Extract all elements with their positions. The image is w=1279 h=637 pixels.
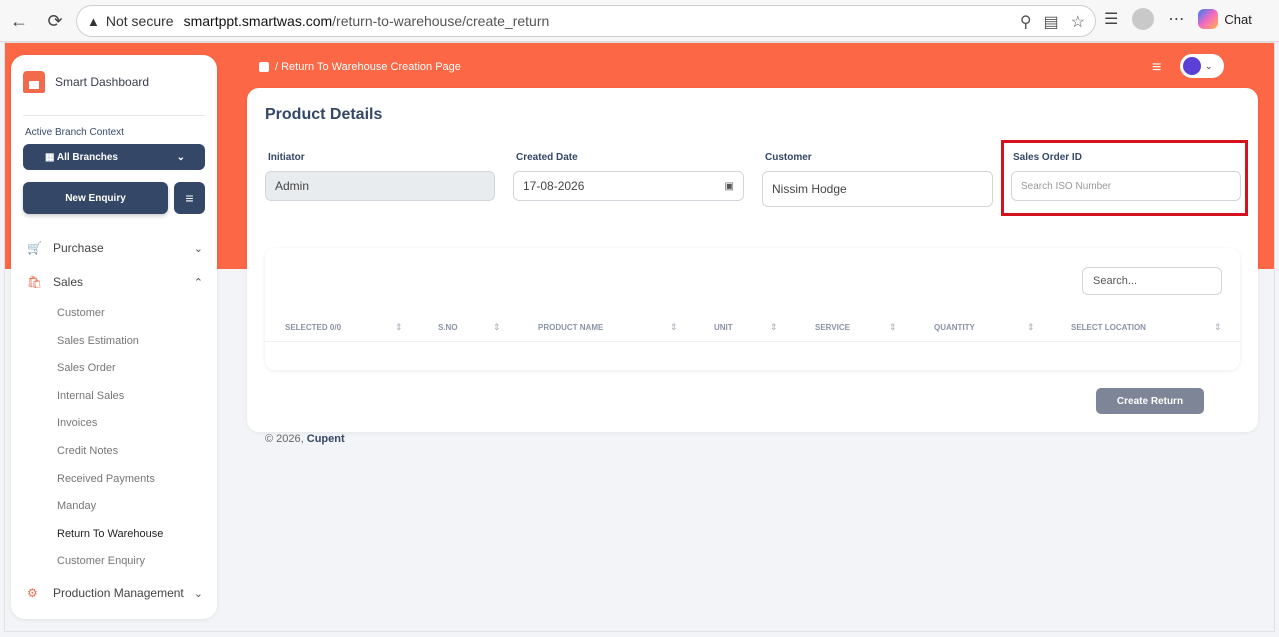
table-search-placeholder: Search...: [1093, 275, 1138, 287]
column-header-product-name[interactable]: PRODUCT NAME: [538, 323, 603, 332]
hamburger-icon: ≡: [185, 190, 194, 206]
breadcrumb-text: / Return To Warehouse Creation Page: [275, 61, 461, 73]
branch-context-label: Active Branch Context: [25, 127, 124, 138]
create-return-button[interactable]: Create Return: [1096, 388, 1204, 414]
breadcrumb: / Return To Warehouse Creation Page: [259, 61, 461, 73]
column-header-unit[interactable]: UNIT: [714, 323, 733, 332]
sidebar-sub-invoices[interactable]: Invoices: [57, 417, 97, 429]
sidebar-sub-customer-enquiry[interactable]: Customer Enquiry: [57, 555, 145, 567]
hamburger-icon[interactable]: ≡: [1152, 59, 1161, 77]
home-icon[interactable]: [259, 62, 269, 72]
chevron-down-icon: ⌄: [193, 242, 203, 255]
divider: [23, 115, 205, 116]
sidebar-item-purchase[interactable]: 🛒 Purchase ⌄: [27, 241, 203, 255]
cart-icon: 🛒: [27, 241, 42, 255]
reload-icon[interactable]: ⟳: [42, 8, 68, 34]
customer-field[interactable]: Nissim Hodge: [762, 171, 993, 207]
page-title: Product Details: [265, 106, 383, 123]
sidebar-sub-sales-order[interactable]: Sales Order: [57, 362, 116, 374]
more-icon[interactable]: ⋯: [1168, 9, 1184, 29]
footer: © 2026, Cupent: [265, 433, 345, 445]
column-header-service[interactable]: SERVICE: [815, 323, 850, 332]
sort-icon[interactable]: ⇕: [770, 322, 778, 333]
not-secure-label: Not secure: [105, 13, 174, 29]
warning-icon: ▲: [87, 13, 100, 29]
sidebar-item-sales[interactable]: 🛍 Sales ⌃: [27, 275, 203, 289]
sidebar-sub-received-payments[interactable]: Received Payments: [57, 473, 155, 485]
calendar-icon[interactable]: ▣: [725, 181, 734, 192]
created-date-value: 17-08-2026: [523, 179, 585, 193]
profile-icon[interactable]: [1132, 8, 1155, 30]
sidebar-item-label: Purchase: [53, 241, 104, 255]
url-path: /return-to-warehouse/create_return: [332, 13, 550, 29]
created-date-field[interactable]: 17-08-2026 ▣: [513, 171, 744, 201]
user-menu[interactable]: ⌄: [1180, 54, 1224, 78]
sort-icon[interactable]: ⇕: [889, 322, 897, 333]
company-link[interactable]: Cupent: [307, 433, 345, 445]
column-header-quantity[interactable]: QUANTITY: [934, 323, 975, 332]
created-date-label: Created Date: [516, 152, 578, 163]
table-search-input[interactable]: Search...: [1082, 267, 1222, 295]
chat-label: Chat: [1224, 11, 1252, 27]
sidebar-item-label: Sales: [53, 275, 84, 289]
sort-icon[interactable]: ⇕: [395, 322, 403, 333]
sidebar-sub-internal-sales[interactable]: Internal Sales: [57, 390, 124, 402]
avatar: [1183, 57, 1201, 75]
chevron-up-icon: ⌃: [193, 276, 203, 289]
factory-icon: ⚙: [27, 586, 38, 600]
sort-icon[interactable]: ⇕: [493, 322, 501, 333]
favorite-star-icon[interactable]: ☆: [1071, 12, 1085, 32]
sidebar-sub-customer[interactable]: Customer: [57, 307, 105, 319]
address-bar[interactable]: ▲ Not secure smartppt.smartwas.com/retur…: [76, 5, 1096, 37]
column-header-sno[interactable]: S.NO: [438, 323, 458, 332]
store-logo-icon: [23, 71, 45, 93]
copyright-text: © 2026,: [265, 433, 304, 445]
favorites-list-icon[interactable]: ☰: [1104, 9, 1118, 29]
building-icon: ▦: [45, 151, 57, 163]
table-divider: [265, 341, 1240, 342]
customer-value: Nissim Hodge: [772, 182, 847, 196]
initiator-field: Admin: [265, 171, 495, 201]
sidebar-item-production-management[interactable]: ⚙ Production Management ⌄: [27, 586, 203, 600]
product-details-card: Product Details Initiator Admin Created …: [247, 88, 1258, 432]
sort-icon[interactable]: ⇕: [670, 322, 678, 333]
branch-value: All Branches: [56, 151, 118, 163]
new-enquiry-button[interactable]: New Enquiry: [23, 182, 168, 214]
sort-icon[interactable]: ⇕: [1214, 322, 1222, 333]
products-table: Search... SELECTED 0/0 ⇕ S.NO ⇕ PRODUCT …: [265, 248, 1240, 370]
bag-icon: 🛍: [27, 275, 43, 289]
sidebar-sub-return-to-warehouse[interactable]: Return To Warehouse: [57, 528, 163, 540]
copilot-icon: [1198, 9, 1219, 29]
initiator-value: Admin: [275, 179, 310, 193]
sidebar: Smart Dashboard Active Branch Context ▦ …: [11, 55, 217, 619]
chevron-down-icon: ⌄: [193, 587, 203, 600]
zoom-icon[interactable]: ⚲: [1020, 12, 1032, 32]
sidebar-sub-manday[interactable]: Manday: [57, 500, 96, 512]
sidebar-sub-credit-notes[interactable]: Credit Notes: [57, 445, 118, 457]
url-host: smartppt.smartwas.com: [183, 13, 333, 29]
column-header-selected[interactable]: SELECTED 0/0: [285, 323, 341, 332]
sidebar-item-label: Production Management: [53, 586, 184, 600]
chevron-down-icon: ⌄: [1205, 60, 1213, 71]
customer-label: Customer: [765, 152, 812, 163]
chat-button[interactable]: Chat: [1198, 9, 1252, 29]
column-header-select-location[interactable]: SELECT LOCATION: [1071, 323, 1146, 332]
app-window: Smart Dashboard Active Branch Context ▦ …: [4, 42, 1275, 632]
branch-select[interactable]: ▦ All Branches ⌄: [23, 144, 205, 170]
sidebar-sub-sales-estimation[interactable]: Sales Estimation: [57, 335, 139, 347]
highlight-box: [1001, 140, 1248, 216]
back-arrow-icon[interactable]: ←: [6, 8, 32, 34]
chevron-down-icon: ⌄: [176, 151, 185, 163]
browser-toolbar: ← ⟳ ▲ Not secure smartppt.smartwas.com/r…: [0, 0, 1279, 42]
brand-name: Smart Dashboard: [55, 75, 150, 89]
menu-toggle-button[interactable]: ≡: [174, 182, 205, 214]
reader-icon[interactable]: ▤: [1044, 12, 1059, 32]
initiator-label: Initiator: [268, 152, 305, 163]
brand[interactable]: Smart Dashboard: [23, 71, 149, 93]
sort-icon[interactable]: ⇕: [1027, 322, 1035, 333]
